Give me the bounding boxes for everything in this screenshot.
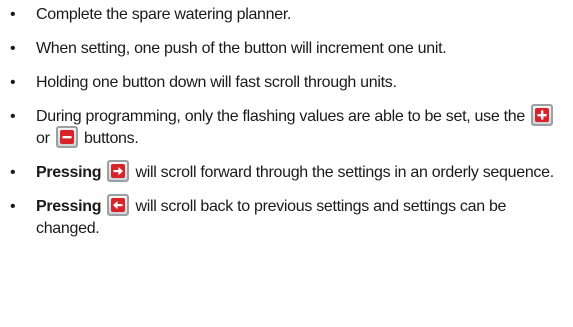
list-item: • During programming, only the flashing … xyxy=(4,104,565,150)
item-text: or xyxy=(36,130,50,147)
bullet-icon: • xyxy=(10,6,16,23)
list-item: • Pressing will scroll forward through t… xyxy=(4,160,565,184)
minus-button-icon xyxy=(55,126,78,149)
arrow-right-button-icon xyxy=(107,160,130,183)
item-text: buttons. xyxy=(83,130,139,147)
list-item: • When setting, one push of the button w… xyxy=(4,38,565,60)
list-item: • Holding one button down will fast scro… xyxy=(4,72,565,94)
bullet-icon: • xyxy=(10,164,16,181)
list-item: • Pressing will scroll back to previous … xyxy=(4,194,565,240)
bullet-icon: • xyxy=(10,198,16,215)
item-text: Complete the spare watering planner. xyxy=(36,6,292,23)
bullet-icon: • xyxy=(10,74,16,91)
item-text: will scroll forward through the settings… xyxy=(135,164,555,181)
instructions-page: • Complete the spare watering planner. •… xyxy=(0,0,573,327)
list-item: • Complete the spare watering planner. xyxy=(4,4,565,26)
item-text: During programming, only the flashing va… xyxy=(36,108,525,125)
item-text: Holding one button down will fast scroll… xyxy=(36,74,397,91)
instruction-list: • Complete the spare watering planner. •… xyxy=(4,4,565,240)
item-bold-text: Pressing xyxy=(36,198,102,215)
item-text: When setting, one push of the button wil… xyxy=(36,40,447,57)
bullet-icon: • xyxy=(10,108,16,125)
item-bold-text: Pressing xyxy=(36,164,102,181)
arrow-left-button-icon xyxy=(107,194,130,217)
plus-button-icon xyxy=(531,104,554,127)
bullet-icon: • xyxy=(10,40,16,57)
